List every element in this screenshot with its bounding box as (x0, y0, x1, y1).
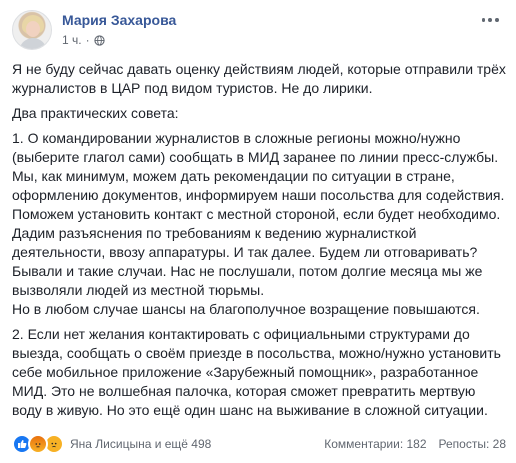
post-meta: 1 ч. · (62, 32, 105, 48)
post-body: Я не буду сейчас давать оценку действиям… (12, 60, 506, 426)
post-paragraph-4: 2. Если нет желания контактировать с офи… (12, 326, 501, 418)
meta-separator: · (85, 33, 90, 47)
post-header: Мария Захарова 1 ч. · (12, 10, 504, 54)
avatar-body (19, 38, 47, 49)
post-time[interactable]: 1 ч. (62, 32, 82, 48)
author-name[interactable]: Мария Захарова (62, 11, 176, 29)
post-paragraph-2: Два практических совета: (12, 105, 179, 121)
post-footer: Яна Лисицына и ещё 498 Комментарии: 182 … (12, 433, 506, 455)
comments-link[interactable]: Комментарии: 182 (324, 437, 426, 451)
post-stats: Комментарии: 182 Репосты: 28 (324, 437, 506, 451)
post-paragraph-3: 1. О командировании журналистов в сложны… (12, 130, 505, 317)
more-options-icon[interactable] (480, 12, 500, 28)
reaction-icons[interactable] (12, 434, 64, 454)
angry-icon (28, 434, 48, 454)
post-paragraph-1: Я не буду сейчас давать оценку действиям… (12, 61, 506, 96)
reactors-link[interactable]: Яна Лисицына и ещё 498 (70, 437, 211, 451)
shares-link[interactable]: Репосты: 28 (439, 437, 506, 451)
author-avatar[interactable] (12, 10, 52, 50)
globe-icon (93, 34, 105, 46)
avatar-face (26, 21, 40, 37)
